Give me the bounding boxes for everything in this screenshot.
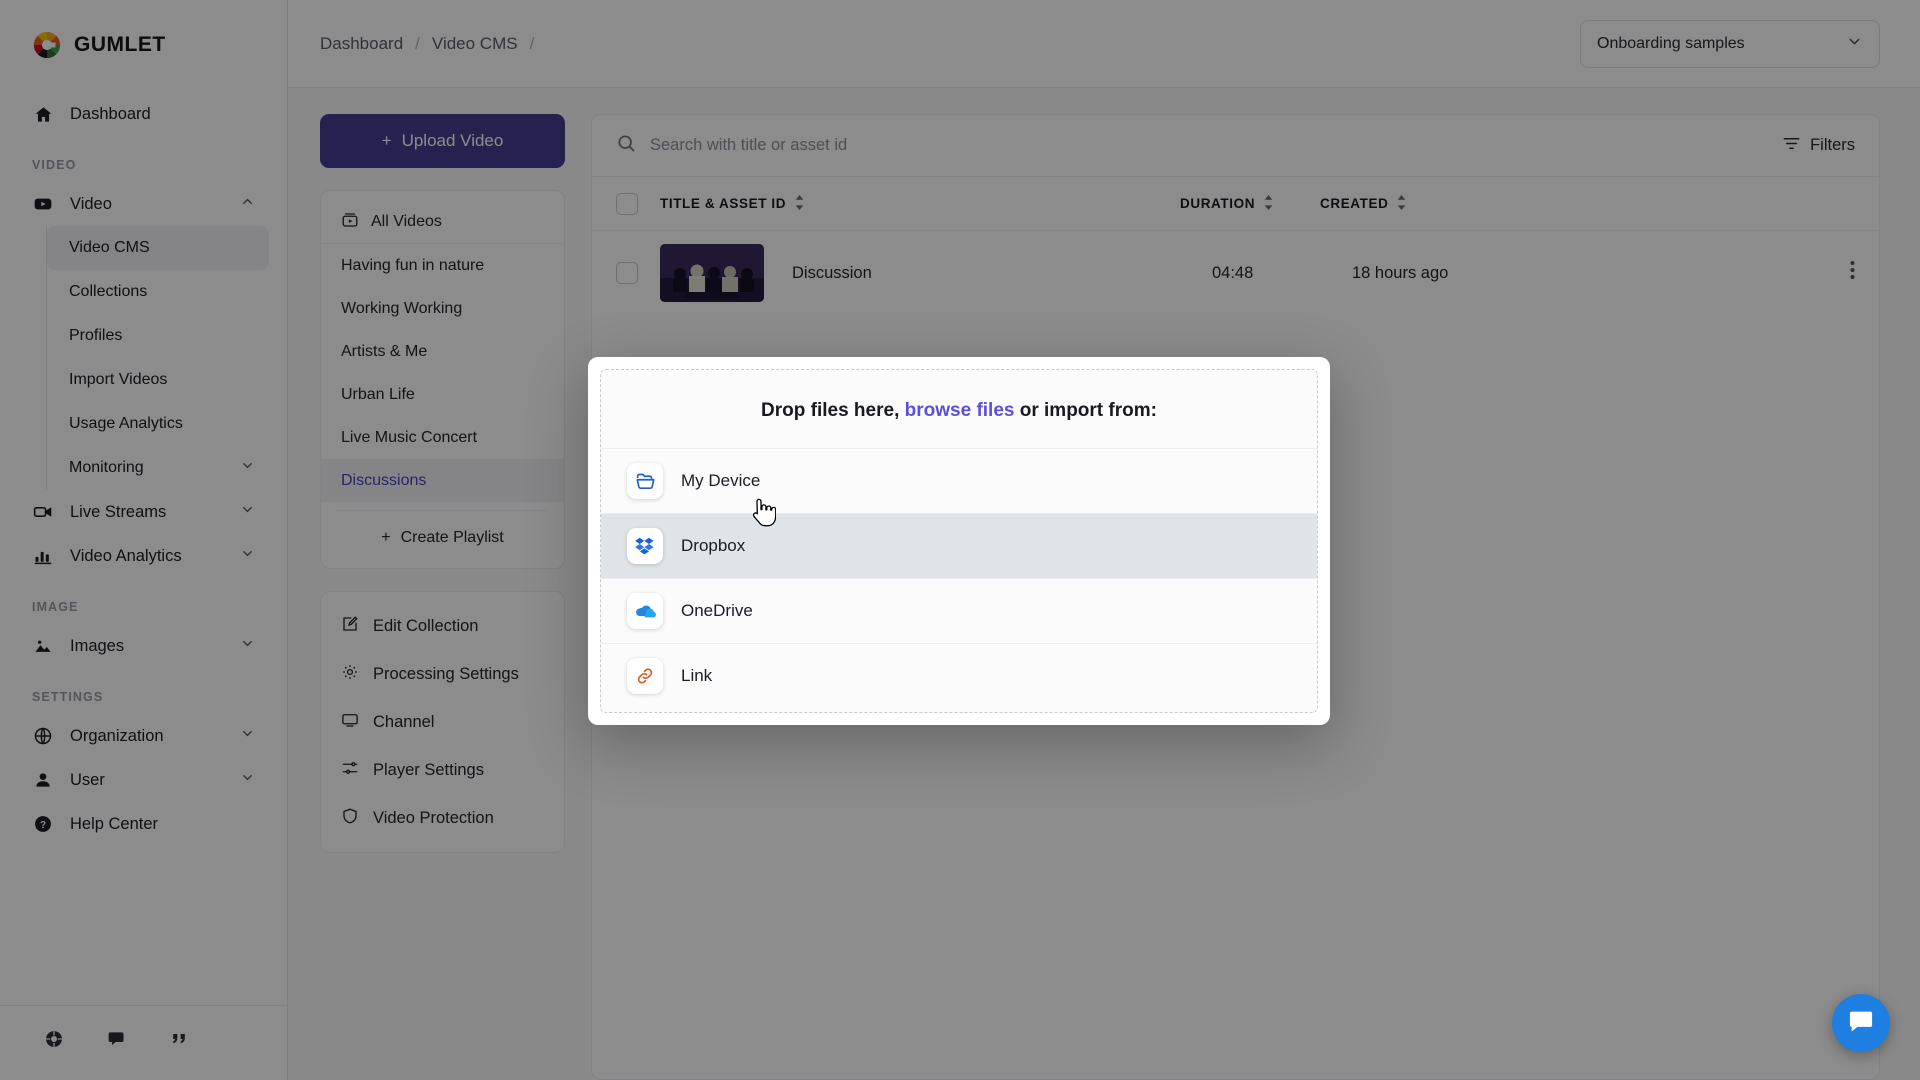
intercom-launcher-button[interactable]	[1832, 994, 1890, 1052]
folder-icon	[627, 463, 663, 499]
onedrive-icon	[627, 593, 663, 629]
upload-modal: Drop files here, browse files or import …	[588, 357, 1330, 725]
source-link[interactable]: Link	[601, 643, 1317, 708]
dropzone-title-prefix: Drop files here,	[761, 400, 905, 421]
source-label: My Device	[681, 471, 761, 490]
source-label: Dropbox	[681, 536, 746, 555]
dropzone-title: Drop files here, browse files or import …	[601, 370, 1317, 448]
source-label: OneDrive	[681, 601, 753, 620]
mouse-cursor	[750, 498, 777, 533]
source-label: Link	[681, 666, 713, 685]
browse-files-link[interactable]: browse files	[905, 400, 1015, 421]
link-icon	[627, 658, 663, 694]
dropzone[interactable]: Drop files here, browse files or import …	[600, 369, 1318, 713]
source-onedrive[interactable]: OneDrive	[601, 578, 1317, 643]
source-dropbox[interactable]: Dropbox	[601, 513, 1317, 578]
app-root: GUMLET Dashboard VIDEO Video Video CMS C…	[0, 0, 1920, 1080]
chat-bubble-icon	[1847, 1007, 1875, 1040]
dropzone-title-suffix: or import from:	[1014, 400, 1157, 421]
dropbox-icon	[627, 528, 663, 564]
source-my-device[interactable]: My Device	[601, 448, 1317, 513]
